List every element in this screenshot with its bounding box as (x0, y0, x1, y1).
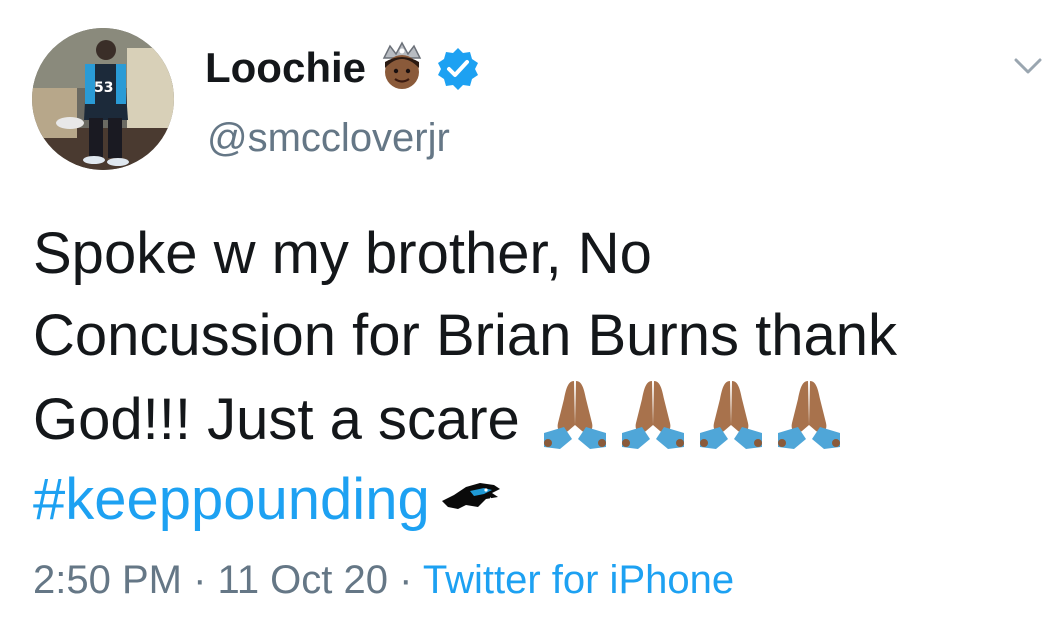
panthers-logo-icon (441, 483, 500, 509)
folded-hands-icon (699, 381, 762, 449)
folded-hands-icon (621, 381, 684, 449)
avatar-jersey-number: 53 (94, 80, 113, 96)
tweet-text-line: Spoke w my brother, No (33, 221, 652, 286)
folded-hands-icon (777, 381, 840, 449)
verified-badge-icon (438, 48, 478, 90)
tweet-meta: 2:50 PM · 11 Oct 20 · Twitter for iPhone (33, 555, 734, 605)
tweet-time[interactable]: 2:50 PM (33, 558, 182, 602)
prince-emoji-icon (382, 41, 422, 89)
display-name[interactable]: Loochie (205, 43, 366, 93)
avatar-photo: 53 (32, 28, 174, 170)
tweet-text-segment: God!!! Just a scare (33, 387, 520, 452)
tweet-date[interactable]: 11 Oct 20 (218, 558, 388, 602)
handle[interactable]: @smccloverjr (207, 114, 450, 162)
tweet-text-line: Concussion for Brian Burns thank (33, 303, 897, 368)
meta-separator: · (193, 558, 207, 602)
avatar[interactable]: 53 (32, 28, 174, 170)
prayer-emoji-group (538, 377, 850, 475)
tweet-text-line-with-emoji: God!!! Just a scare (33, 377, 1033, 459)
chevron-down-icon[interactable] (1010, 50, 1046, 80)
folded-hands-icon (543, 381, 606, 449)
hashtag-link[interactable]: #keeppounding (33, 467, 430, 532)
meta-separator: · (399, 558, 413, 602)
tweet-source-link[interactable]: Twitter for iPhone (423, 558, 734, 602)
hashtag-line: #keeppounding (33, 459, 1033, 541)
tweet-text: Spoke w my brother, No Concussion for Br… (33, 213, 1033, 541)
